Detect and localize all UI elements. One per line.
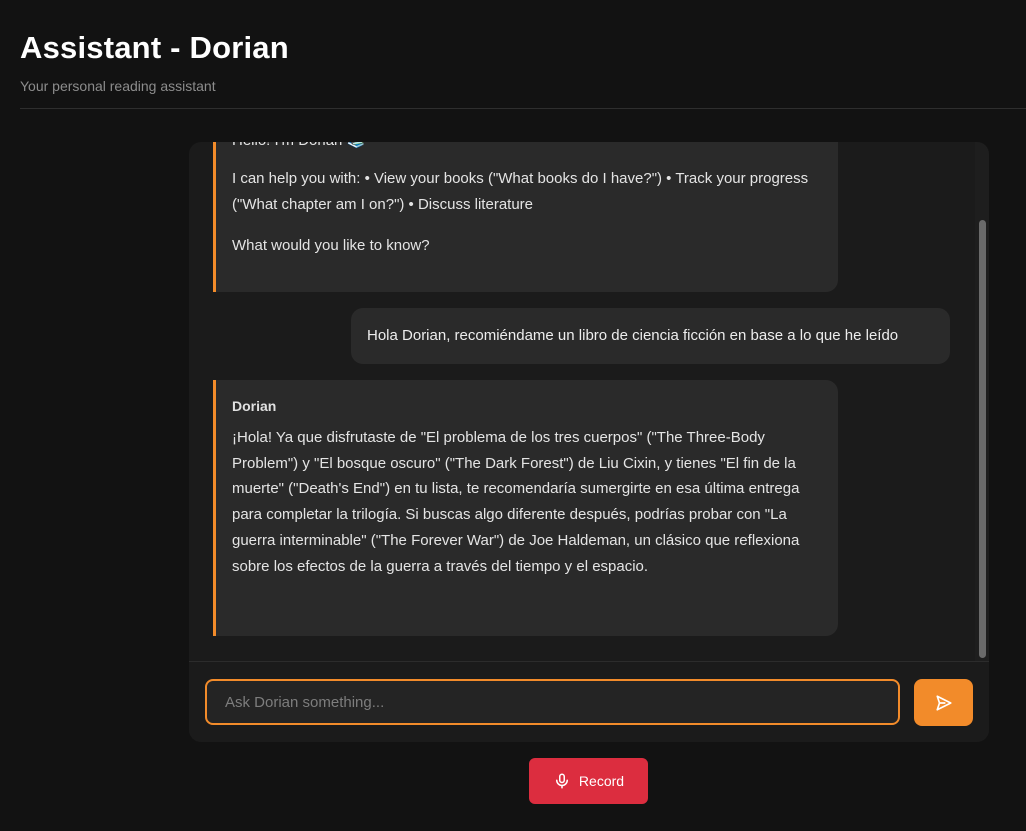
- send-icon: [935, 694, 953, 712]
- user-message: Hola Dorian, recomiéndame un libro de ci…: [351, 308, 950, 364]
- scrollbar-thumb[interactable]: [979, 220, 986, 658]
- message-question: What would you like to know?: [232, 237, 430, 254]
- microphone-icon: [553, 772, 571, 790]
- message-help-text: I can help you with: • View your books (…: [232, 170, 809, 213]
- message-list[interactable]: Hello! I'm Dorian 📚 I can help you with:…: [189, 142, 975, 661]
- header-divider: [20, 108, 1026, 109]
- chat-input[interactable]: [205, 679, 900, 725]
- page-title: Assistant - Dorian: [20, 30, 289, 65]
- page-subtitle: Your personal reading assistant: [20, 78, 216, 94]
- input-bar: [189, 661, 989, 742]
- assistant-message: Dorian ¡Hola! Ya que disfrutaste de "El …: [213, 380, 838, 636]
- assistant-message: Hello! I'm Dorian 📚 I can help you with:…: [213, 142, 838, 292]
- record-label: Record: [578, 773, 625, 789]
- message-text: ¡Hola! Ya que disfrutaste de "El problem…: [232, 429, 800, 575]
- chat-panel: Hello! I'm Dorian 📚 I can help you with:…: [189, 142, 989, 742]
- record-button[interactable]: Record: [529, 758, 648, 804]
- message-sender: Dorian: [232, 398, 277, 414]
- header: Assistant - Dorian Your personal reading…: [20, 26, 1026, 95]
- send-button[interactable]: [914, 679, 973, 726]
- message-greeting: Hello! I'm Dorian 📚: [232, 142, 365, 154]
- scrollbar[interactable]: [975, 142, 989, 661]
